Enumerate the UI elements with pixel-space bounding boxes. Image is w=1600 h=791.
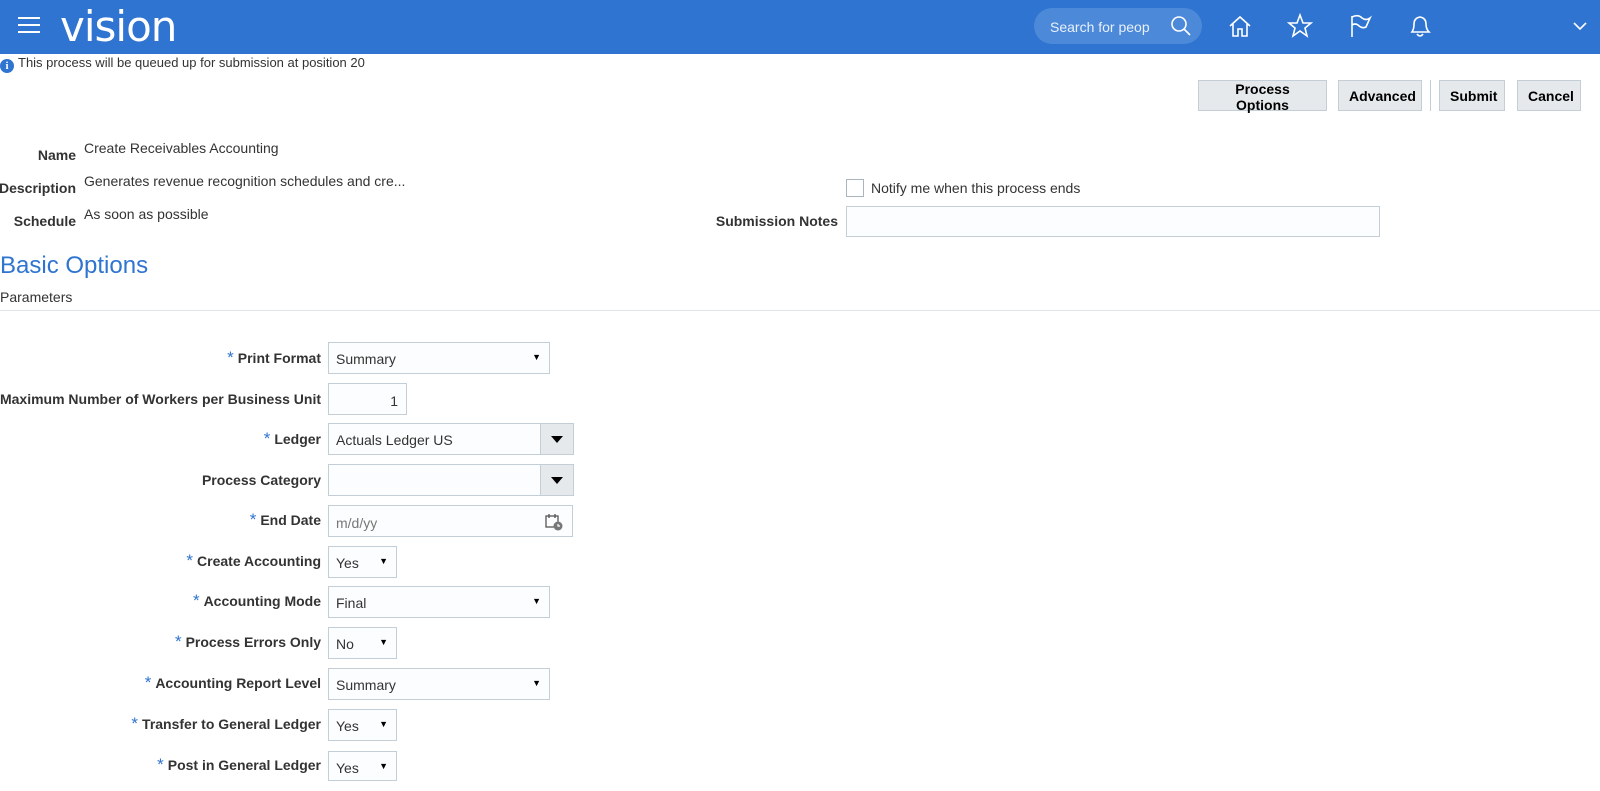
chevron-down-icon: ▼ [532, 678, 541, 688]
description-label: Description [0, 180, 76, 196]
search-box[interactable] [1034, 8, 1202, 44]
ledger-label: * Ledger [263, 429, 321, 448]
star-icon[interactable] [1286, 12, 1314, 40]
transfer-gl-select[interactable]: Yes ▼ [328, 709, 397, 741]
ledger-combobox[interactable]: Actuals Ledger US [328, 423, 574, 455]
max-workers-input[interactable]: 1 [328, 383, 407, 415]
notify-label: Notify me when this process ends [871, 180, 1081, 196]
top-bar: vision [0, 0, 1600, 54]
menu-icon[interactable] [18, 17, 40, 35]
search-input[interactable] [1048, 16, 1152, 38]
process-category-dropdown-button[interactable] [540, 465, 573, 495]
bell-icon[interactable] [1406, 12, 1434, 40]
chevron-down-icon: ▼ [379, 719, 388, 729]
home-icon[interactable] [1226, 12, 1254, 40]
create-accounting-label: * Create Accounting [186, 551, 321, 570]
report-level-label: * Accounting Report Level [144, 673, 321, 692]
chevron-down-icon: ▼ [532, 352, 541, 362]
ledger-dropdown-button[interactable] [540, 424, 573, 454]
chevron-down-icon: ▼ [379, 761, 388, 771]
post-gl-label: * Post in General Ledger [157, 755, 321, 774]
section-title[interactable]: Basic Options [0, 252, 148, 280]
end-date-input[interactable]: m/d/yy [328, 505, 573, 537]
chevron-down-icon: ▼ [379, 556, 388, 566]
advanced-button[interactable]: Advanced [1338, 80, 1422, 111]
accounting-mode-select[interactable]: Final ▼ [328, 586, 550, 618]
calendar-icon[interactable] [544, 512, 564, 532]
logo: vision [60, 2, 177, 51]
submission-notes-label: Submission Notes [715, 213, 838, 229]
schedule-label: Schedule [13, 213, 76, 229]
process-errors-only-label: * Process Errors Only [174, 632, 321, 651]
schedule-value: As soon as possible [84, 206, 209, 222]
name-label: Name [37, 147, 76, 163]
report-level-select[interactable]: Summary ▼ [328, 668, 550, 700]
button-separator [1430, 80, 1431, 111]
end-date-label: * End Date [249, 510, 321, 529]
chevron-down-icon: ▼ [532, 596, 541, 606]
chevron-down-icon[interactable] [1570, 16, 1590, 36]
info-text: This process will be queued up for submi… [18, 55, 365, 70]
create-accounting-select[interactable]: Yes ▼ [328, 546, 397, 578]
transfer-gl-label: * Transfer to General Ledger [131, 714, 321, 733]
max-workers-label: Maximum Number of Workers per Business U… [0, 391, 321, 407]
submit-button[interactable]: Submit [1439, 80, 1505, 111]
process-options-button[interactable]: Process Options [1198, 80, 1327, 113]
description-value: Generates revenue recognition schedules … [84, 173, 406, 189]
section-subtitle: Parameters [0, 289, 73, 305]
post-gl-select[interactable]: Yes ▼ [328, 751, 397, 781]
process-category-combobox[interactable] [328, 464, 574, 496]
divider [0, 310, 1600, 311]
submission-notes-field[interactable] [846, 206, 1380, 237]
info-icon: i [0, 59, 14, 73]
flag-icon[interactable] [1346, 12, 1374, 40]
cancel-button[interactable]: Cancel [1517, 80, 1581, 111]
notify-checkbox[interactable] [846, 179, 864, 197]
accounting-mode-label: * Accounting Mode [192, 591, 321, 610]
print-format-label: * Print Format [227, 348, 321, 367]
process-errors-only-select[interactable]: No ▼ [328, 627, 397, 659]
process-category-label: Process Category [201, 472, 321, 488]
name-value: Create Receivables Accounting [84, 140, 279, 156]
print-format-select[interactable]: Summary ▼ [328, 342, 550, 374]
info-message: i This process will be queued up for subm… [0, 55, 365, 73]
search-icon[interactable] [1170, 15, 1192, 37]
chevron-down-icon: ▼ [379, 637, 388, 647]
